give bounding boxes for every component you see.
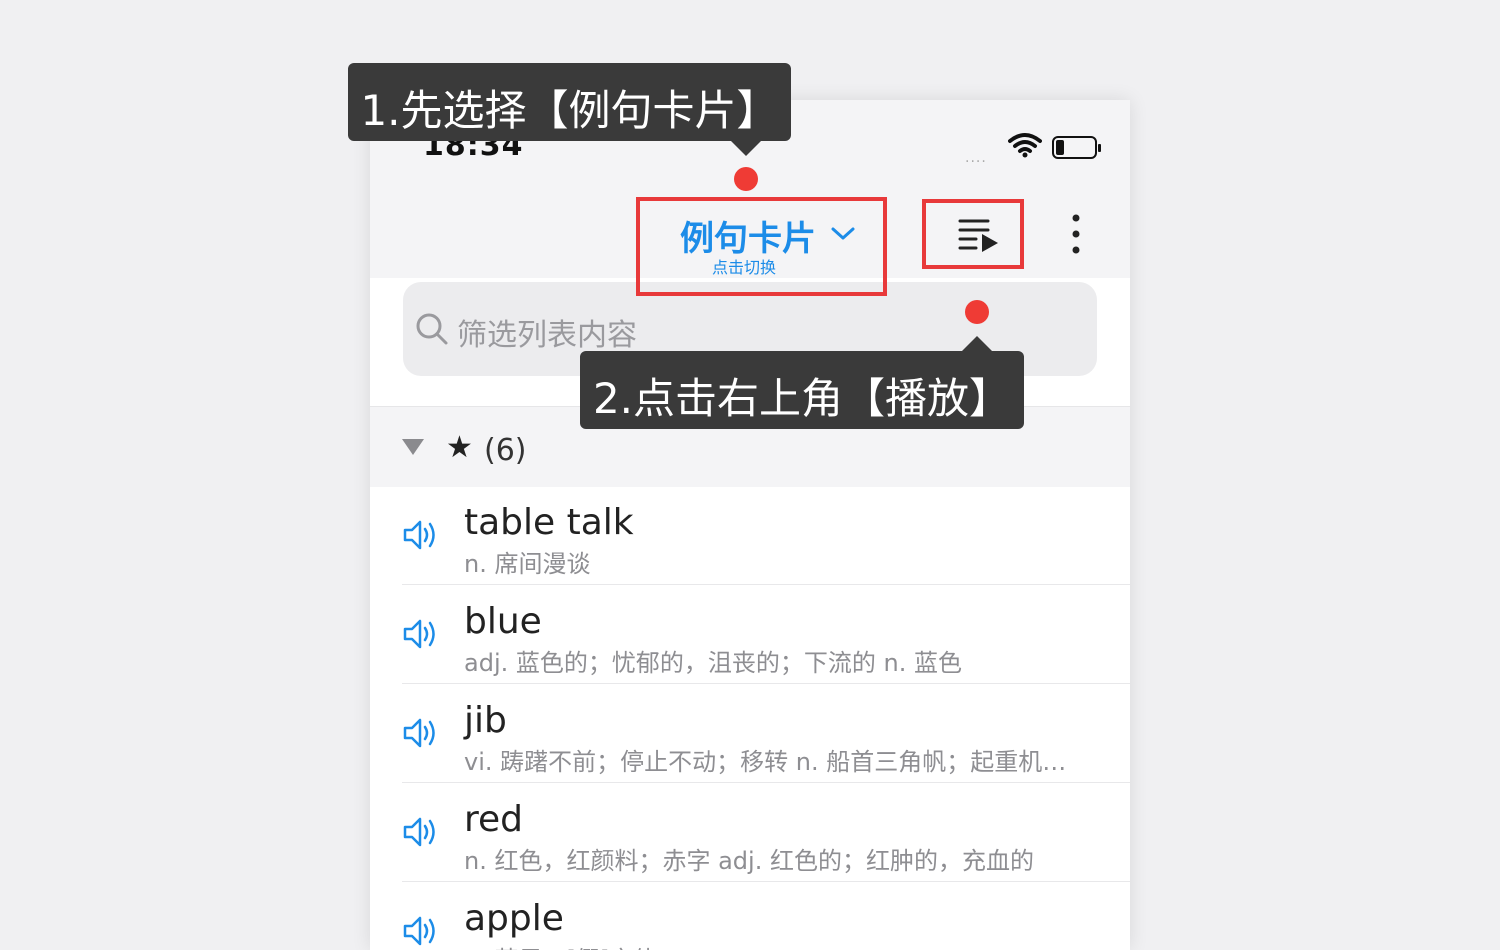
callout-step2: 2.点击右上角【播放】 <box>580 351 1024 429</box>
word-text: apple <box>464 898 564 939</box>
signal-indicator: .... <box>965 150 987 166</box>
word-text: red <box>464 799 524 840</box>
page-title: 例句卡片 <box>680 219 816 259</box>
marker-dot-step2 <box>965 300 989 324</box>
collapse-triangle-icon <box>402 439 424 455</box>
word-definition: n. 席间漫谈 <box>464 550 591 578</box>
speaker-icon[interactable] <box>402 617 438 651</box>
battery-icon <box>1052 136 1101 159</box>
word-text: blue <box>464 601 542 642</box>
phone-screen: 18:34 .... 例句卡片 点击切换 筛选列表内容 ★ (6) table … <box>370 100 1130 950</box>
list-item[interactable]: apple n. 苹果；[假]字体 <box>370 882 1130 950</box>
card-mode-switcher[interactable]: 例句卡片 点击切换 <box>638 197 886 293</box>
word-text: table talk <box>464 502 634 543</box>
search-placeholder: 筛选列表内容 <box>457 318 637 353</box>
chevron-down-icon <box>831 227 855 240</box>
more-options-button[interactable] <box>1064 212 1088 256</box>
star-icon: ★ <box>446 430 473 465</box>
list-item[interactable]: table talk n. 席间漫谈 <box>370 486 1130 585</box>
word-text: jib <box>464 700 507 741</box>
list-item[interactable]: red n. 红色，红颜料；赤字 adj. 红色的；红肿的，充血的 <box>370 783 1130 882</box>
callout-step1: 1.先选择【例句卡片】 <box>348 63 791 141</box>
search-icon <box>416 313 448 345</box>
marker-dot-step1 <box>734 167 758 191</box>
playlist-play-button[interactable] <box>956 210 1004 258</box>
wifi-icon <box>1008 133 1042 158</box>
word-list: table talk n. 席间漫谈 blue adj. 蓝色的；忧郁的，沮丧的… <box>370 486 1130 950</box>
callout-step1-pointer <box>730 140 762 156</box>
speaker-icon[interactable] <box>402 716 438 750</box>
callout-step2-text: 2.点击右上角【播放】 <box>592 374 1012 423</box>
speaker-icon[interactable] <box>402 914 438 948</box>
list-item[interactable]: jib vi. 踌躇不前；停止不动；移转 n. 船首三角帆；起重机… <box>370 684 1130 783</box>
speaker-icon[interactable] <box>402 815 438 849</box>
speaker-icon[interactable] <box>402 518 438 552</box>
word-definition: n. 苹果；[假]字体 <box>464 940 1084 950</box>
background: 18:34 .... 例句卡片 点击切换 筛选列表内容 ★ (6) table … <box>0 0 1500 950</box>
list-item[interactable]: blue adj. 蓝色的；忧郁的，沮丧的；下流的 n. 蓝色 <box>370 585 1130 684</box>
word-definition: vi. 踌躇不前；停止不动；移转 n. 船首三角帆；起重机… <box>464 748 1067 776</box>
more-vertical-icon <box>1072 214 1080 254</box>
word-definition: n. 红色，红颜料；赤字 adj. 红色的；红肿的，充血的 <box>464 847 1034 875</box>
group-count: (6) <box>484 433 527 468</box>
switch-hint: 点击切换 <box>712 258 777 277</box>
callout-step2-pointer <box>961 336 993 352</box>
playlist-play-icon <box>958 219 998 252</box>
callout-step1-text: 1.先选择【例句卡片】 <box>360 86 779 135</box>
word-definition: adj. 蓝色的；忧郁的，沮丧的；下流的 n. 蓝色 <box>464 649 962 677</box>
